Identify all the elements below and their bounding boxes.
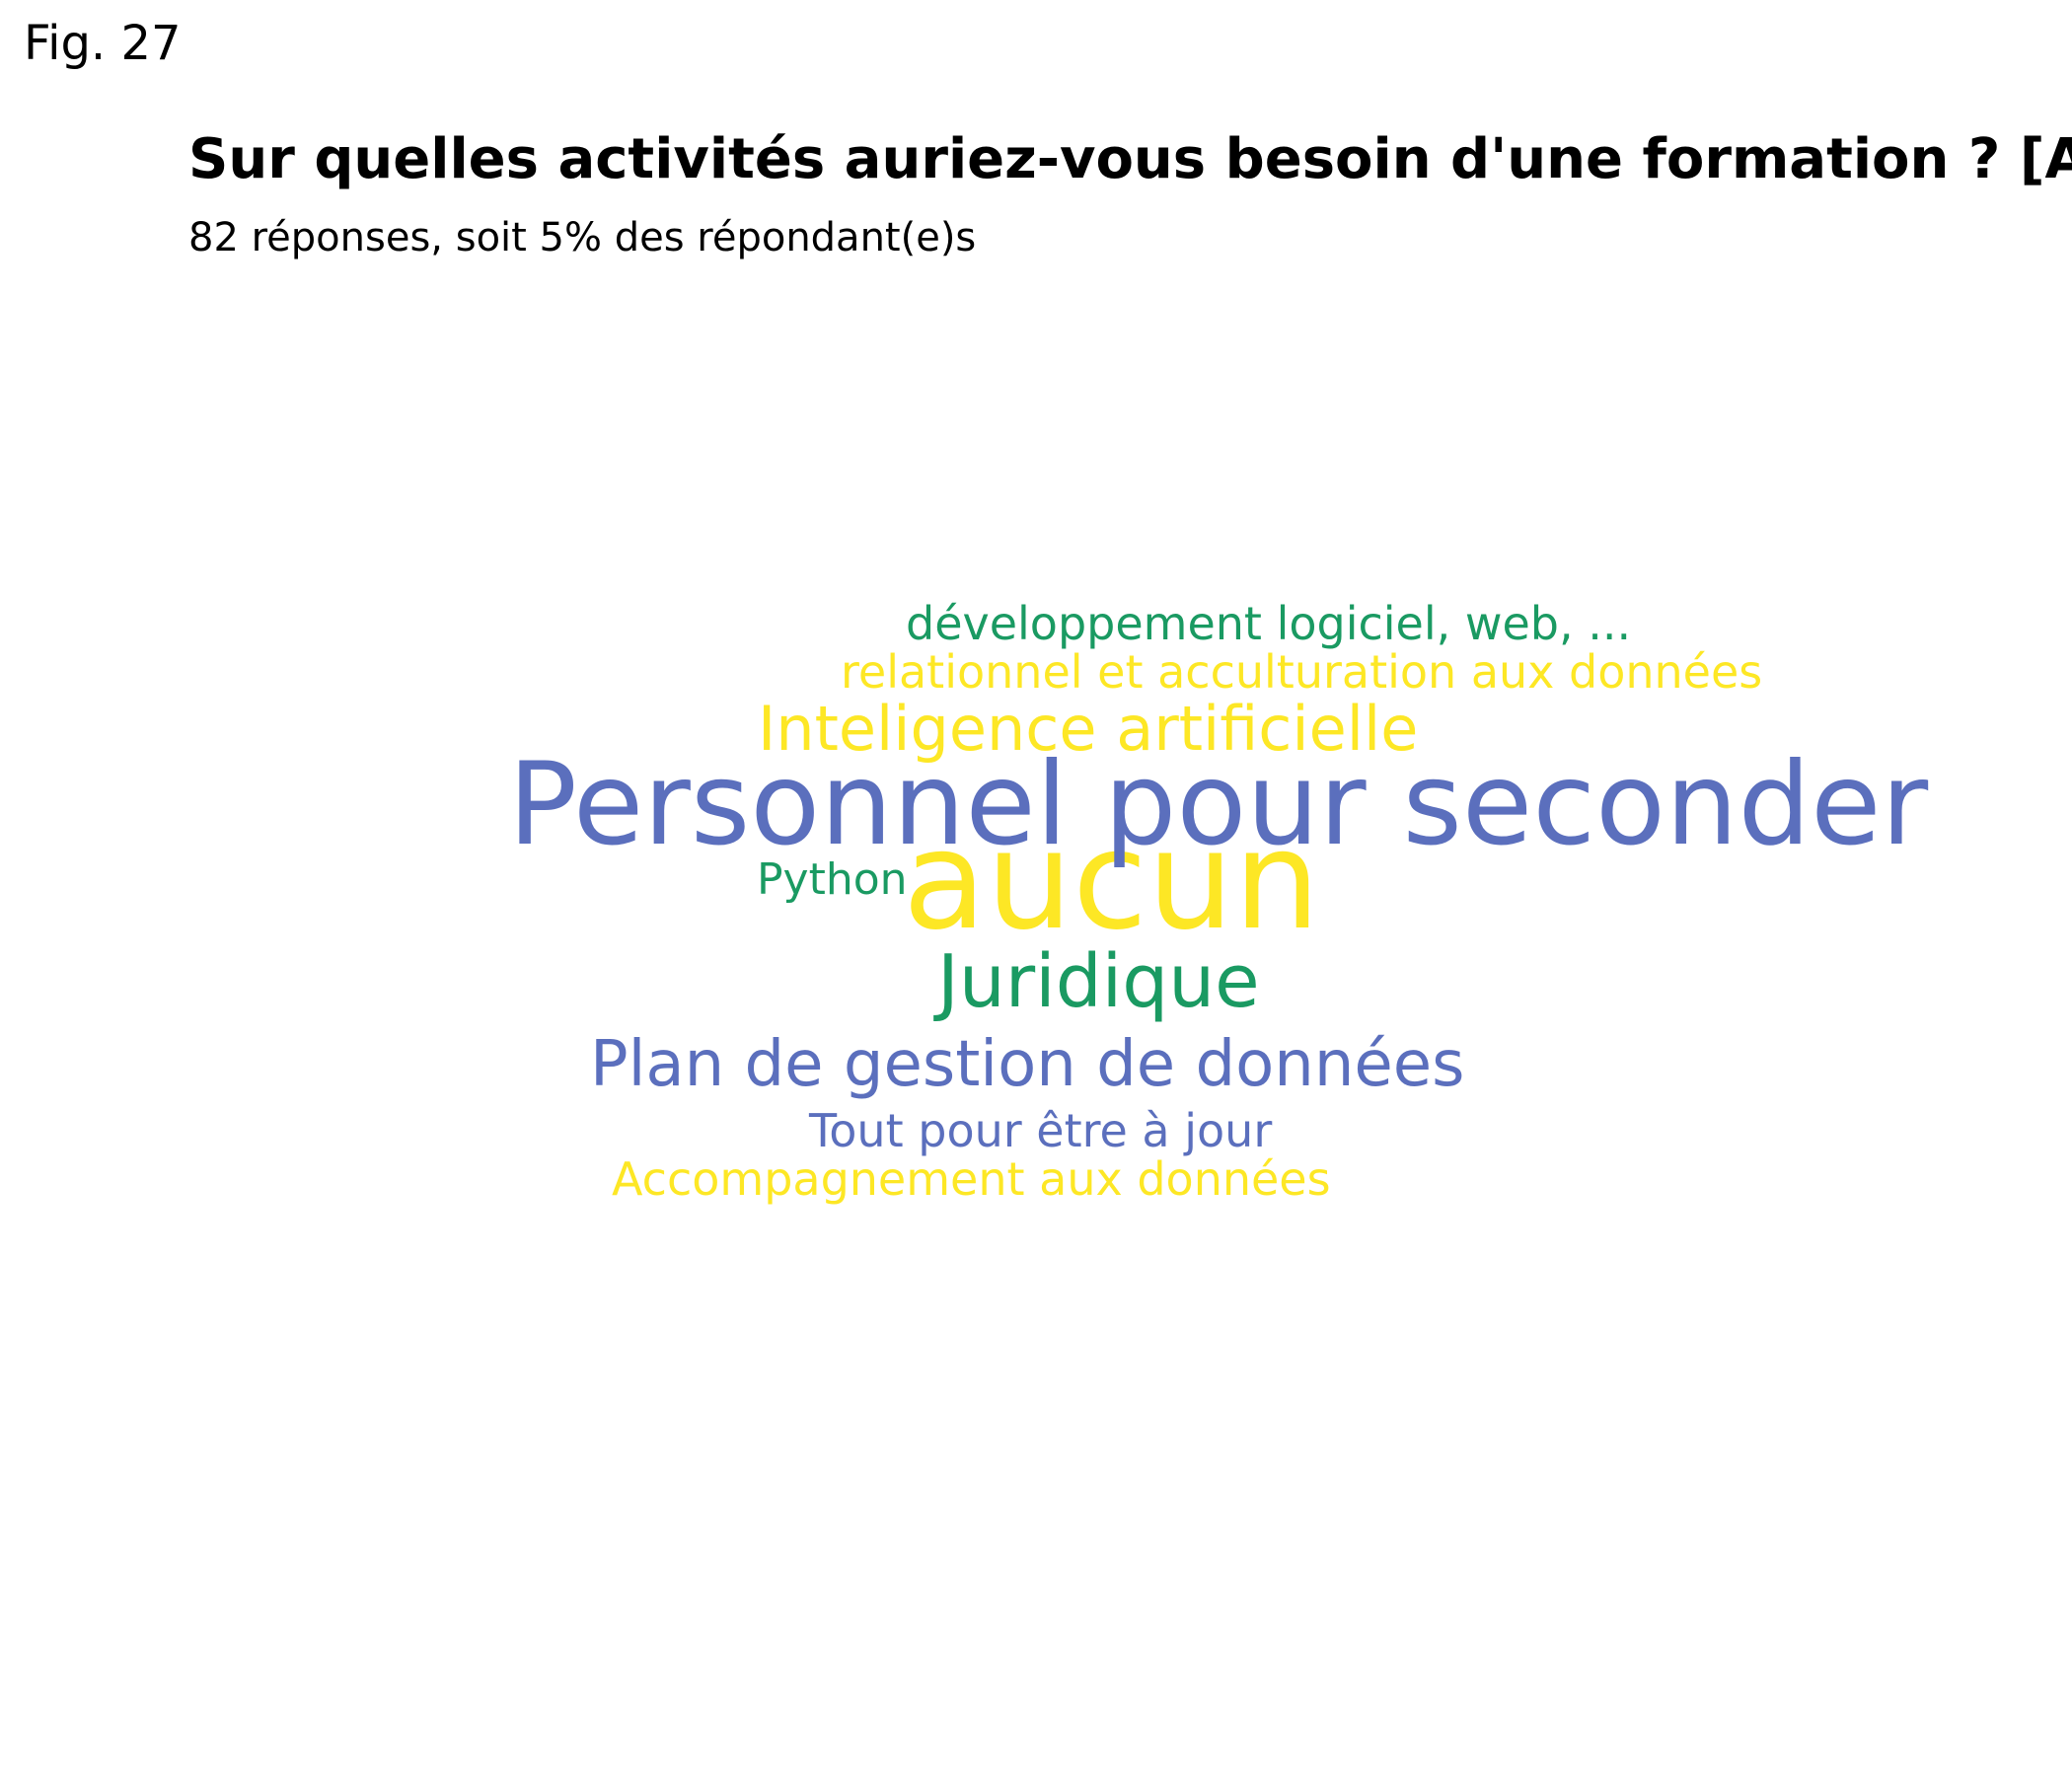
word-8: Tout pour être à jour xyxy=(808,1104,1272,1157)
word-5: développement logiciel, web, ... xyxy=(906,597,1631,650)
word-4: Inteligence artificielle xyxy=(758,693,1418,765)
word-6: relationnel et acculturation aux données xyxy=(841,645,1762,699)
word-3: Plan de gestion de données xyxy=(590,1028,1464,1101)
word-9: Accompagnement aux données xyxy=(612,1152,1331,1206)
word-cloud: aucunPersonnel pour seconderJuridiquePla… xyxy=(508,597,1929,1206)
word-7: Python xyxy=(757,854,908,905)
word-2: Juridique xyxy=(933,939,1260,1024)
